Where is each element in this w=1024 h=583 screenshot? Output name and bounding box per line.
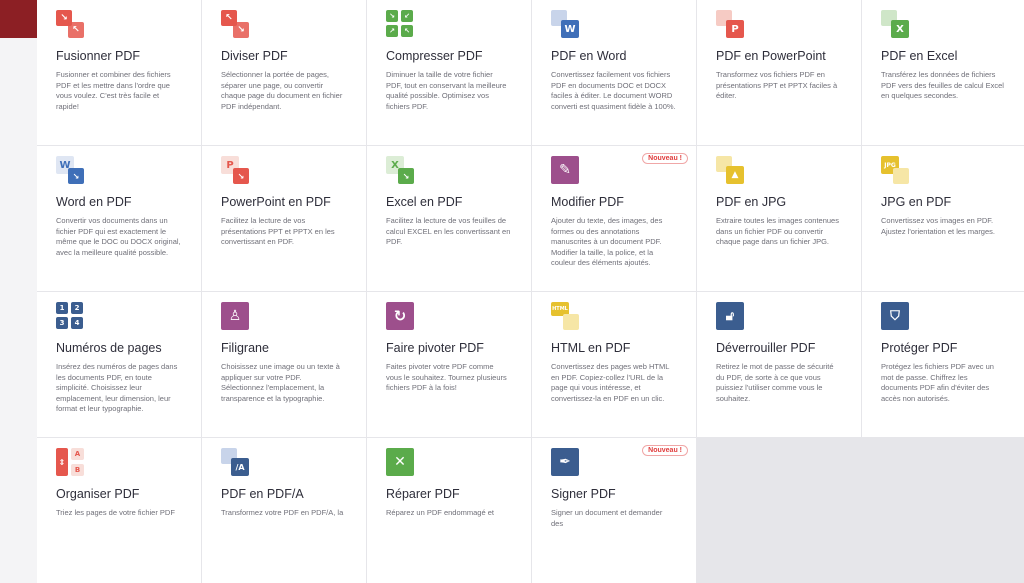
compress-icon: ↘ ↙ ↗ ↖: [386, 10, 416, 40]
tool-title: PDF en PowerPoint: [716, 49, 826, 63]
watermark-icon: ♙: [221, 302, 251, 332]
tool-description: Facilitez la lecture de vos présentation…: [221, 216, 335, 246]
tool-card-filigrane[interactable]: ♙ Filigrane Choisissez une image ou un tex…: [202, 292, 366, 437]
tools-grid: ↘ ↖ Fusionner PDF Fusionner et combiner des…: [37, 0, 1024, 583]
tool-description: Convertissez vos images en PDF. Ajustez …: [881, 216, 995, 236]
tool-card-deverrouiller-pdf[interactable]: 🔓︎ Déverrouiller PDF Retirez le mot de pas…: [697, 292, 861, 437]
tool-description: Ajouter du texte, des images, des formes…: [551, 216, 663, 267]
tool-card-jpg-en-pdf[interactable]: JPG JPG en PDF Convertissez vos images en …: [862, 146, 1024, 291]
tool-card-html-en-pdf[interactable]: HTML HTML en PDF Convertissez des pages we…: [532, 292, 696, 437]
tool-title: JPG en PDF: [881, 195, 952, 209]
tool-title: PowerPoint en PDF: [221, 195, 331, 209]
tool-description: Transformez votre PDF en PDF/A, la: [221, 508, 344, 517]
tool-card-compresser-pdf[interactable]: ↘ ↙ ↗ ↖ Compresser PDF Diminuer la taille de …: [367, 0, 531, 145]
tool-description: Retirez le mot de passe de sécurité du P…: [716, 362, 834, 403]
tool-description: Convertissez des pages web HTML en PDF. …: [551, 362, 670, 403]
rotate-icon: ↻: [386, 302, 416, 332]
tool-title: Filigrane: [221, 341, 269, 355]
tool-title: PDF en PDF/A: [221, 487, 304, 501]
word-to-pdf-icon: W ↘: [56, 156, 86, 186]
tool-title: Excel en PDF: [386, 195, 463, 209]
pdf-to-excel-icon: X: [881, 10, 911, 40]
sign-icon: ✒: [551, 448, 581, 478]
unlock-icon: 🔓︎: [716, 302, 746, 332]
tool-card-organiser-pdf[interactable]: ⇕ A B Organiser PDF Triez les pages de votre…: [37, 438, 201, 583]
merge-icon: ↘ ↖: [56, 10, 86, 40]
tools-section: ↘ ↖ Fusionner PDF Fusionner et combiner des…: [37, 0, 1024, 583]
powerpoint-to-pdf-icon: P ↘: [221, 156, 251, 186]
edit-pdf-icon: ✎: [551, 156, 581, 186]
tool-description: Extraire toutes les images contenues dan…: [716, 216, 839, 246]
tool-title: Modifier PDF: [551, 195, 624, 209]
pdf-to-pdfa-icon: /A: [221, 448, 251, 478]
new-badge: Nouveau !: [642, 445, 688, 456]
protect-icon: ⛉: [881, 302, 911, 332]
tool-title: Réparer PDF: [386, 487, 460, 501]
tool-card-pdf-en-excel[interactable]: X PDF en Excel Transférez les données de f…: [862, 0, 1024, 145]
tool-card-pdf-en-jpg[interactable]: ▲ PDF en JPG Extraire toutes les images co…: [697, 146, 861, 291]
tool-description: Facilitez la lecture de vos feuilles de …: [386, 216, 511, 246]
pdf-to-powerpoint-icon: P: [716, 10, 746, 40]
tool-description: Transformez vos fichiers PDF en présenta…: [716, 70, 838, 100]
tool-description: Fusionner et combiner des fichiers PDF e…: [56, 70, 171, 111]
tool-title: Fusionner PDF: [56, 49, 141, 63]
tool-title: PDF en JPG: [716, 195, 787, 209]
tool-description: Réparez un PDF endommagé et: [386, 508, 494, 517]
tool-title: PDF en Word: [551, 49, 627, 63]
split-icon: ↖ ↘: [221, 10, 251, 40]
brand-accent-bar: [0, 0, 37, 38]
tool-card-modifier-pdf[interactable]: ✎ Modifier PDF Ajouter du texte, des image…: [532, 146, 696, 291]
tool-card-diviser-pdf[interactable]: ↖ ↘ Diviser PDF Sélectionner la portée de p…: [202, 0, 366, 145]
tool-card-pdf-en-word[interactable]: W PDF en Word Convertissez facilement vos …: [532, 0, 696, 145]
html-to-pdf-icon: HTML: [551, 302, 581, 332]
tool-description: Faites pivoter votre PDF comme vous le s…: [386, 362, 507, 392]
tool-description: Protégez les fichiers PDF avec un mot de…: [881, 362, 994, 403]
tool-card-excel-en-pdf[interactable]: X ↘ Excel en PDF Facilitez la lecture de vo…: [367, 146, 531, 291]
tool-title: Word en PDF: [56, 195, 132, 209]
tool-description: Signer un document et demander des: [551, 508, 663, 528]
pdf-to-jpg-icon: ▲: [716, 156, 746, 186]
tool-title: Diviser PDF: [221, 49, 288, 63]
tool-description: Transférez les données de fichiers PDF v…: [881, 70, 1004, 100]
tool-description: Triez les pages de votre fichier PDF: [56, 508, 175, 517]
tool-card-numeros-de-pages[interactable]: 1 2 3 4 Numéros de pages Insérez des numéros …: [37, 292, 201, 437]
tool-title: Organiser PDF: [56, 487, 140, 501]
tool-description: Insérez des numéros de pages dans les do…: [56, 362, 178, 413]
tool-description: Convertissez facilement vos fichiers PDF…: [551, 70, 676, 111]
tool-card-pdf-en-pdf-a[interactable]: /A PDF en PDF/A Transformez votre PDF en P…: [202, 438, 366, 583]
repair-icon: ✕: [386, 448, 416, 478]
tool-description: Choisissez une image ou un texte à appli…: [221, 362, 340, 403]
tool-description: Diminuer la taille de votre fichier PDF,…: [386, 70, 507, 111]
organize-icon: ⇕ A B: [56, 448, 86, 478]
excel-to-pdf-icon: X ↘: [386, 156, 416, 186]
tool-description: Convertir vos documents dans un fichier …: [56, 216, 181, 257]
tool-card-proteger-pdf[interactable]: ⛉ Protéger PDF Protégez les fichiers PDF a…: [862, 292, 1024, 437]
tool-card-fusionner-pdf[interactable]: ↘ ↖ Fusionner PDF Fusionner et combiner des…: [37, 0, 201, 145]
tool-title: Numéros de pages: [56, 341, 162, 355]
tool-card-pdf-en-powerpoint[interactable]: P PDF en PowerPoint Transformez vos fichie…: [697, 0, 861, 145]
tool-title: Déverrouiller PDF: [716, 341, 816, 355]
jpg-to-pdf-icon: JPG: [881, 156, 911, 186]
pdf-to-word-icon: W: [551, 10, 581, 40]
new-badge: Nouveau !: [642, 153, 688, 164]
tool-title: HTML en PDF: [551, 341, 631, 355]
tool-description: Sélectionner la portée de pages, séparer…: [221, 70, 343, 111]
tool-title: Faire pivoter PDF: [386, 341, 484, 355]
page-numbers-icon: 1234: [56, 302, 86, 332]
tool-card-signer-pdf[interactable]: ✒ Signer PDF Signer un document et demande…: [532, 438, 696, 583]
tool-card-faire-pivoter-pdf[interactable]: ↻ Faire pivoter PDF Faites pivoter votre P…: [367, 292, 531, 437]
tool-title: Signer PDF: [551, 487, 616, 501]
tool-card-word-en-pdf[interactable]: W ↘ Word en PDF Convertir vos documents dan…: [37, 146, 201, 291]
tool-title: Protéger PDF: [881, 341, 958, 355]
tool-card-reparer-pdf[interactable]: ✕ Réparer PDF Réparez un PDF endommagé et: [367, 438, 531, 583]
tool-title: PDF en Excel: [881, 49, 958, 63]
tool-title: Compresser PDF: [386, 49, 483, 63]
tool-card-powerpoint-en-pdf[interactable]: P ↘ PowerPoint en PDF Facilitez la lecture …: [202, 146, 366, 291]
